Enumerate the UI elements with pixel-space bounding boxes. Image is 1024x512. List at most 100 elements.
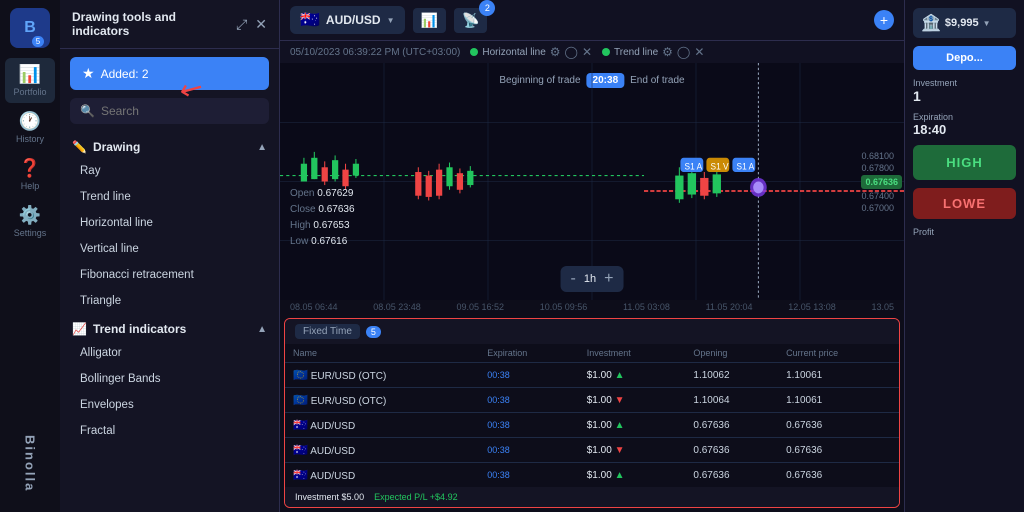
row-3-investment: $1.00 ▼ (579, 438, 686, 463)
table-row: 🇦🇺 AUD/USD 00:38 $1.00 ▼ 0.67636 0.67636 (285, 438, 899, 463)
positions-footer: Investment $5.00 Expected P/L +$4.92 (285, 487, 899, 507)
pair-chevron-icon: ▼ (387, 16, 395, 25)
expiration-label: Expiration (913, 112, 1016, 122)
deposit-button[interactable]: Depo... (913, 46, 1016, 70)
positions-count: 5 (366, 326, 381, 338)
tool-fractal[interactable]: Fractal (60, 418, 279, 444)
trend-label: Trend indicators (93, 322, 186, 336)
sidebar-item-portfolio[interactable]: 📊 Portfolio 5 (5, 58, 55, 103)
app-logo: B (10, 8, 50, 48)
drawing-chevron-icon: ▲ (257, 142, 267, 153)
col-expiration: Expiration (479, 344, 579, 363)
time-label-7: 13.05 (871, 302, 894, 312)
drawing-section-title: ✏️ Drawing (72, 140, 140, 154)
settings-icon: ⚙️ (19, 205, 41, 226)
profit-section: Profit (913, 227, 1016, 237)
signal-icon: 📡 (462, 12, 479, 28)
tool-vertical-line[interactable]: Vertical line (60, 236, 279, 262)
row-4-opening: 0.67636 (685, 463, 778, 488)
table-row: 🇦🇺 AUD/USD 00:38 $1.00 ▲ 0.67636 0.67636 (285, 463, 899, 488)
portfolio-icon: 📊 (19, 64, 41, 85)
high-label: High (290, 220, 311, 231)
svg-text:S1 A: S1 A (685, 161, 703, 172)
row-1-current: 1.10061 (778, 388, 899, 413)
row-3-current: 0.67636 (778, 438, 899, 463)
price-label-3: 0.67400 (861, 191, 902, 201)
row-2-opening: 0.67636 (685, 413, 778, 438)
row-2-name: 🇦🇺 AUD/USD (285, 413, 479, 438)
row-3-opening: 0.67636 (685, 438, 778, 463)
positions-table: Name Expiration Investment Opening Curre… (285, 344, 899, 487)
t-line-eye[interactable]: ◯ (677, 45, 690, 59)
tool-trend-line[interactable]: Trend line (60, 184, 279, 210)
t-line-dot (602, 48, 610, 56)
row-1-name: 🇪🇺 EUR/USD (OTC) (285, 388, 479, 413)
h-line-close[interactable]: ✕ (582, 45, 592, 59)
row-2-expiry: 00:38 (479, 413, 579, 438)
sidebar-item-help[interactable]: ❓ Help (5, 152, 55, 197)
zoom-out-btn[interactable]: - (571, 270, 576, 288)
fixed-time-tab[interactable]: Fixed Time (295, 324, 360, 339)
tool-envelopes[interactable]: Envelopes (60, 392, 279, 418)
sidebar-item-history[interactable]: 🕐 History (5, 105, 55, 150)
row-4-name: 🇦🇺 AUD/USD (285, 463, 479, 488)
balance-value: $9,995 (945, 17, 979, 29)
add-indicator-btn[interactable]: + (874, 10, 894, 30)
drawing-tools-panel: Drawing tools and indicators ⤢ ✕ ★ Added… (60, 0, 280, 512)
timestamp-label: 05/10/2023 06:39:22 PM (UTC+03:00) (290, 47, 460, 58)
sidebar-item-settings[interactable]: ⚙️ Settings (5, 199, 55, 244)
sidebar-label-history: History (16, 134, 44, 144)
t-line-settings[interactable]: ⚙ (662, 45, 673, 59)
signal-badge: 2 (479, 0, 495, 16)
account-balance[interactable]: 🏦 $9,995 ▼ (913, 8, 1016, 38)
horizontal-line-indicator: Horizontal line ⚙ ◯ ✕ (470, 45, 592, 59)
added-badge[interactable]: ★ Added: 2 (70, 57, 269, 90)
investment-section: Investment 1 (913, 78, 1016, 104)
t-line-close[interactable]: ✕ (694, 45, 704, 59)
h-line-eye[interactable]: ◯ (565, 45, 578, 59)
trend-section-header[interactable]: 📈 Trend indicators ▲ (60, 314, 279, 340)
chart-type-btn[interactable]: 📊 (413, 8, 446, 33)
close-panel-icon[interactable]: ✕ (255, 16, 267, 33)
zoom-in-btn[interactable]: + (604, 270, 613, 288)
price-label-1: 0.68100 (861, 151, 902, 161)
time-label-6: 12.05 13:08 (788, 302, 836, 312)
trend-icon: 📈 (72, 322, 87, 336)
expand-icon[interactable]: ⤢ (236, 16, 247, 33)
low-button[interactable]: LOWE (913, 188, 1016, 219)
drawing-section-header[interactable]: ✏️ Drawing ▲ (60, 132, 279, 158)
trend-line-indicator: Trend line ⚙ ◯ ✕ (602, 45, 704, 59)
trend-chevron-icon: ▲ (257, 324, 267, 335)
tool-alligator[interactable]: Alligator (60, 340, 279, 366)
candle-icon: 📊 (421, 12, 438, 29)
left-sidebar: B 📊 Portfolio 5 🕐 History ❓ Help ⚙️ Sett… (0, 0, 60, 512)
low-label: Low (290, 236, 308, 247)
row-0-expiry: 00:38 (479, 363, 579, 388)
signals-btn[interactable]: 📡 2 (454, 8, 495, 33)
row-1-investment: $1.00 ▼ (579, 388, 686, 413)
candlestick-chart: S1 A S1 V S1 A (280, 63, 904, 300)
col-investment: Investment (579, 344, 686, 363)
sidebar-label-portfolio: Portfolio (13, 87, 46, 97)
added-count: Added: 2 (101, 67, 149, 81)
h-line-settings[interactable]: ⚙ (550, 45, 561, 59)
close-value: 0.67636 (318, 204, 354, 215)
tool-ray[interactable]: Ray (60, 158, 279, 184)
time-label-3: 10.05 09:56 (540, 302, 588, 312)
logo-text: B (24, 19, 36, 37)
drawing-label: Drawing (93, 140, 140, 154)
tool-horizontal-line[interactable]: Horizontal line (60, 210, 279, 236)
ohlc-info: Open 0.67629 Close 0.67636 High 0.67653 … (290, 186, 355, 250)
tool-triangle[interactable]: Triangle (60, 288, 279, 314)
high-button[interactable]: HIGH (913, 145, 1016, 180)
row-0-opening: 1.10062 (685, 363, 778, 388)
aud-flag: 🇦🇺 (300, 10, 320, 30)
tool-bollinger[interactable]: Bollinger Bands (60, 366, 279, 392)
search-bar[interactable]: 🔍 (70, 98, 269, 124)
panel-header-actions: ⤢ ✕ (236, 16, 267, 33)
search-input[interactable] (101, 104, 259, 118)
balance-chevron-icon: ▼ (983, 19, 991, 28)
row-4-expiry: 00:38 (479, 463, 579, 488)
tool-fibonacci[interactable]: Fibonacci retracement (60, 262, 279, 288)
currency-pair-selector[interactable]: 🇦🇺 AUD/USD ▼ (290, 6, 405, 34)
